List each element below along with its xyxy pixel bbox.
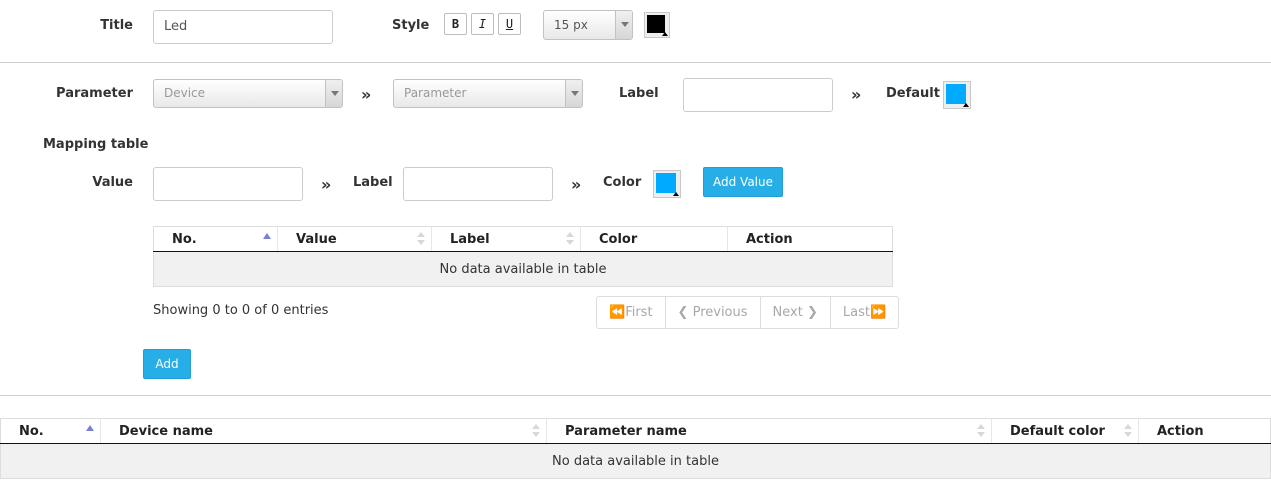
next-page-button[interactable]: Next ❯ xyxy=(761,297,831,328)
mapping-data-table: No. Value Label Color Action No data ava… xyxy=(153,226,893,287)
col-header-action: Action xyxy=(1138,418,1271,444)
underline-button[interactable]: U xyxy=(498,13,521,35)
empty-table-message: No data available in table xyxy=(153,251,893,287)
previous-page-button[interactable]: ❮ Previous xyxy=(666,297,761,328)
chevron-right-icon: ❯ xyxy=(802,305,818,320)
parameter-select-placeholder: Parameter xyxy=(404,86,467,100)
double-chevron-right-icon: ⏩ xyxy=(869,305,887,320)
parameter-select[interactable]: Parameter xyxy=(393,79,583,108)
mapping-label-input[interactable] xyxy=(403,167,553,201)
font-size-select[interactable]: 15 px xyxy=(543,10,633,40)
chevron-down-icon xyxy=(615,11,632,39)
double-arrow-icon: » xyxy=(851,85,862,104)
divider-top xyxy=(0,62,1271,63)
italic-button[interactable]: I xyxy=(471,13,494,35)
chevron-down-icon xyxy=(565,80,582,107)
font-size-value: 15 px xyxy=(554,18,588,32)
first-page-button[interactable]: ⏪First xyxy=(597,297,666,328)
default-color-swatch xyxy=(946,84,966,104)
parameter-label: Parameter xyxy=(56,86,133,101)
sort-icon xyxy=(1124,424,1132,438)
label-input[interactable] xyxy=(683,78,833,112)
device-select[interactable]: Device xyxy=(153,79,343,108)
chevron-left-icon: ❮ xyxy=(677,305,693,320)
empty-table-message: No data available in table xyxy=(0,443,1271,479)
mapping-color-swatch xyxy=(656,173,676,193)
col-header-no[interactable]: No. xyxy=(0,418,101,444)
add-value-button[interactable]: Add Value xyxy=(703,167,783,197)
last-page-button[interactable]: Last⏩ xyxy=(831,297,898,328)
caret-icon xyxy=(673,192,679,196)
sort-icon xyxy=(532,424,540,438)
col-header-default-color[interactable]: Default color xyxy=(991,418,1139,444)
mapping-table-heading: Mapping table xyxy=(43,137,149,152)
value-input[interactable] xyxy=(153,167,303,201)
style-label: Style xyxy=(392,18,430,33)
default-color-picker[interactable] xyxy=(943,81,971,109)
col-header-value[interactable]: Value xyxy=(277,226,432,252)
sort-asc-icon xyxy=(263,233,271,239)
sort-icon xyxy=(417,232,425,246)
bold-button[interactable]: B xyxy=(444,13,467,35)
value-label: Value xyxy=(92,175,133,190)
pagination: ⏪First ❮ Previous Next ❯ Last⏩ xyxy=(596,296,900,329)
text-color-swatch xyxy=(647,15,665,33)
table-info: Showing 0 to 0 of 0 entries xyxy=(153,303,329,318)
default-label: Default xyxy=(886,86,940,101)
double-arrow-icon: » xyxy=(321,175,332,194)
col-header-parameter-name[interactable]: Parameter name xyxy=(546,418,992,444)
caret-icon xyxy=(662,32,668,36)
col-header-color: Color xyxy=(580,226,728,252)
double-arrow-icon: » xyxy=(361,85,372,104)
text-color-picker[interactable] xyxy=(644,12,670,38)
double-chevron-left-icon: ⏪ xyxy=(609,305,626,320)
color-label: Color xyxy=(603,175,642,190)
sort-icon xyxy=(977,424,985,438)
led-list-table: No. Device name Parameter name Default c… xyxy=(0,418,1271,479)
title-input[interactable]: Led xyxy=(153,10,333,44)
col-header-action: Action xyxy=(727,226,893,252)
sort-asc-icon xyxy=(86,425,94,431)
sort-icon xyxy=(566,232,574,246)
col-header-label[interactable]: Label xyxy=(431,226,581,252)
mapping-label-label: Label xyxy=(353,175,393,190)
col-header-no[interactable]: No. xyxy=(153,226,278,252)
chevron-down-icon xyxy=(325,80,342,107)
title-label: Title xyxy=(100,18,133,33)
col-header-device-name[interactable]: Device name xyxy=(100,418,547,444)
add-button[interactable]: Add xyxy=(143,349,191,379)
label-label: Label xyxy=(619,86,659,101)
device-select-placeholder: Device xyxy=(164,86,206,100)
divider-bottom xyxy=(0,395,1271,396)
caret-icon xyxy=(963,103,969,107)
mapping-color-picker[interactable] xyxy=(653,170,681,198)
double-arrow-icon: » xyxy=(571,175,582,194)
